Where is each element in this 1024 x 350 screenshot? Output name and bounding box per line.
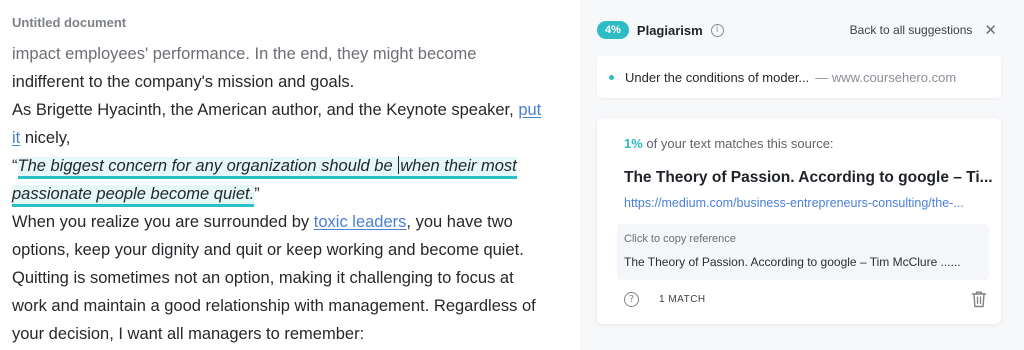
text-line: Quitting is sometimes not an option, mak… — [12, 269, 514, 287]
text-line: As Brigette Hyacinth, the American autho… — [12, 96, 572, 124]
document-body[interactable]: impact employees' performance. In the en… — [12, 40, 572, 348]
matched-snippet: Under the conditions of moder... — [625, 69, 810, 85]
text-line: options, keep your dignity and quit or k… — [12, 241, 524, 259]
highlighted-plagiarism-text[interactable]: The biggest concern for any organization… — [17, 156, 517, 179]
trash-icon[interactable] — [971, 290, 987, 308]
quote-line: passionate people become quiet.” — [12, 180, 572, 208]
match-percent: 1% — [624, 136, 643, 151]
help-icon[interactable]: ? — [624, 292, 639, 307]
close-icon[interactable]: ✕ — [984, 23, 997, 38]
text-segment: When you realize you are surrounded by — [12, 213, 314, 231]
highlighted-plagiarism-text[interactable]: passionate people become quiet. — [12, 185, 255, 207]
text-line: impact employees' performance. In the en… — [12, 45, 477, 63]
match-count: 1 MATCH — [659, 294, 706, 305]
text-line: work and maintain a good relationship wi… — [12, 297, 536, 315]
source-title: The Theory of Passion. According to goog… — [624, 169, 993, 186]
text-line: When you realize you are surrounded by t… — [12, 208, 572, 236]
copy-reference-label: Click to copy reference — [624, 233, 736, 245]
toxic-leaders-link[interactable]: toxic leaders — [314, 213, 407, 231]
reference-text: The Theory of Passion. According to goog… — [624, 255, 961, 269]
source-domain: — www.coursehero.com — [815, 69, 957, 85]
text-line: indifferent to the company's mission and… — [12, 73, 355, 91]
plagiarism-summary-item[interactable]: Under the conditions of moder... — www.c… — [597, 56, 1001, 98]
text-segment: nicely, — [20, 129, 71, 147]
match-text: of your text matches this source: — [642, 136, 834, 151]
quote-segment: The biggest concern for any organization… — [17, 157, 398, 175]
info-icon[interactable]: i — [710, 23, 724, 37]
back-to-suggestions-button[interactable]: Back to all suggestions ✕ — [849, 23, 997, 38]
text-line: it nicely, — [12, 124, 572, 152]
put-it-link-continued[interactable]: it — [12, 129, 20, 147]
source-card: 1% of your text matches this source: The… — [597, 118, 1001, 324]
match-summary: 1% of your text matches this source: — [624, 136, 834, 151]
plagiarism-panel: 4% Plagiarism i Back to all suggestions … — [580, 0, 1024, 350]
quote-close-mark: ” — [254, 185, 260, 203]
text-line: your decision, I want all managers to re… — [12, 325, 365, 343]
back-label: Back to all suggestions — [849, 23, 973, 37]
source-url-link[interactable]: https://medium.com/business-entrepreneur… — [624, 196, 994, 210]
quote-line: “The biggest concern for any organizatio… — [12, 152, 572, 180]
text-segment: , you have two — [406, 213, 513, 231]
bullet-dot-icon — [609, 74, 614, 80]
put-it-link[interactable]: put — [518, 101, 541, 119]
document-editor[interactable]: Untitled document impact employees' perf… — [0, 0, 580, 350]
text-segment: As Brigette Hyacinth, the American autho… — [12, 101, 519, 119]
panel-title: Plagiarism — [636, 22, 703, 38]
quote-segment: when their most — [400, 157, 517, 175]
panel-header: 4% Plagiarism i Back to all suggestions … — [597, 19, 997, 41]
plagiarism-percent-badge: 4% — [597, 21, 629, 39]
document-title[interactable]: Untitled document — [12, 15, 126, 30]
copy-reference-box[interactable]: Click to copy reference The Theory of Pa… — [617, 224, 989, 280]
